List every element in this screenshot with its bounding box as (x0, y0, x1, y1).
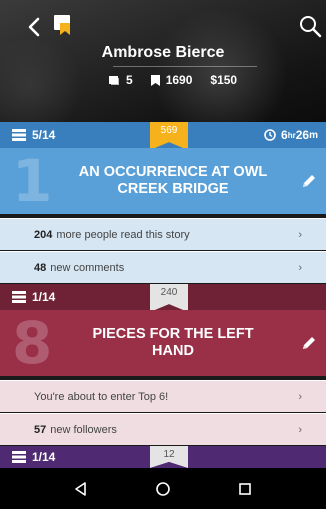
chevron-right-icon: › (298, 423, 302, 436)
list-icon (12, 451, 26, 463)
author-stats: 5 1690 $150 (108, 72, 237, 88)
bookmarks-count: 1690 (165, 73, 193, 87)
book-icon (109, 76, 119, 85)
story-stat-row[interactable]: 48 new comments › (0, 251, 326, 283)
chevron-right-icon: › (298, 261, 302, 274)
row-strong: 57 (34, 423, 47, 436)
books-stat: 5 (108, 73, 133, 87)
story-progress-text: 1/14 (32, 450, 56, 464)
reading-time-hours: 6 (281, 128, 288, 142)
bookmark-icon (150, 74, 160, 86)
list-icon (12, 291, 26, 303)
earnings-stat: $150 (210, 73, 237, 87)
chevron-right-icon: › (298, 390, 302, 403)
story-progress: 1/14 (12, 284, 55, 310)
story-title[interactable]: AN OCCURRENCE AT OWL CREEK BRIDGE (73, 164, 273, 198)
story-rank: 8 (12, 310, 53, 376)
story-stat-row[interactable]: 204 more people read this story › (0, 218, 326, 250)
nav-back-button[interactable] (70, 478, 92, 500)
bookmark-logo-icon (54, 15, 70, 35)
reading-time-minutes: 26 (295, 128, 310, 142)
story-progress-text: 1/14 (32, 290, 56, 304)
row-strong: 48 (34, 261, 47, 274)
list-icon (12, 129, 26, 141)
search-icon[interactable] (298, 14, 322, 38)
author-header: Ambrose Bierce 5 1690 $150 (0, 0, 326, 122)
story-progress-text: 5/14 (32, 128, 56, 142)
reading-time-minutes-unit: m (309, 129, 318, 141)
system-nav-bar (0, 468, 326, 509)
row-text: more people read this story (56, 228, 190, 241)
story-title[interactable]: PIECES FOR THE LEFT HAND (73, 326, 273, 360)
row-strong: 204 (34, 228, 53, 241)
story-stat-row[interactable]: 57 new followers › (0, 413, 326, 445)
bookmarks-stat: 1690 (150, 73, 193, 87)
reading-time-hours-unit: hr (287, 130, 296, 140)
square-recents-icon (239, 482, 251, 495)
story-title-block[interactable]: 8 PIECES FOR THE LEFT HAND (0, 310, 326, 376)
reading-time: 6 hr 26 m (264, 122, 318, 148)
author-name: Ambrose Bierce (101, 44, 225, 61)
story-title-block[interactable]: 1 AN OCCURRENCE AT OWL CREEK BRIDGE (0, 148, 326, 214)
books-count: 5 (126, 73, 133, 87)
nav-recents-button[interactable] (234, 478, 256, 500)
story-progress: 1/14 (12, 446, 55, 468)
story-rank: 1 (12, 148, 53, 214)
back-arrow-icon[interactable] (24, 16, 46, 38)
circle-home-icon (156, 481, 170, 496)
row-text: new followers (50, 423, 117, 436)
header-divider (113, 66, 257, 67)
nav-home-button[interactable] (152, 478, 174, 500)
chevron-right-icon: › (298, 228, 302, 241)
app-screen: Ambrose Bierce 5 1690 $150 5/14 6 hr 26 … (0, 0, 326, 509)
row-text: new comments (50, 261, 125, 274)
earnings-value: $150 (210, 73, 238, 87)
pencil-icon[interactable] (300, 172, 318, 190)
story-stat-row[interactable]: You're about to enter Top 6! › (0, 380, 326, 412)
pencil-icon[interactable] (300, 334, 318, 352)
row-text: You're about to enter Top 6! (34, 390, 169, 403)
clock-icon (264, 129, 276, 141)
story-progress: 5/14 (12, 122, 55, 148)
triangle-back-icon (75, 481, 86, 496)
